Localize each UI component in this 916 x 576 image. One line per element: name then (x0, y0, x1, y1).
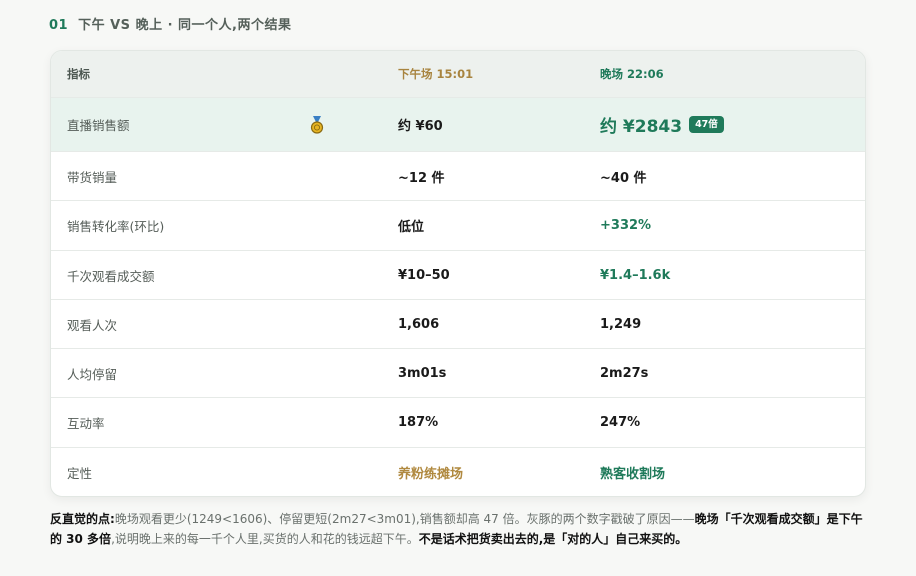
section-title: 01 下午 VS 晚上 · 同一个人,两个结果 (49, 14, 292, 33)
table-row: 销售转化率(环比) 低位 +332% (51, 201, 865, 251)
table-row: 定性 养粉练摊场 熟客收割场 (51, 448, 865, 496)
section-number: 01 (49, 18, 69, 33)
afternoon-value: 3m01s (398, 365, 447, 381)
afternoon-value: ~12 件 (398, 170, 445, 186)
evening-value: 约 ¥2843 47倍 (600, 98, 724, 151)
header-afternoon: 下午场 15:01 (398, 67, 474, 81)
afternoon-value: 187% (398, 415, 439, 430)
table-row: 互动率 187% 247% (51, 398, 865, 448)
table-row: 千次观看成交额 ¥10–50 ¥1.4–1.6k (51, 251, 865, 300)
metric-label: 互动率 (67, 416, 105, 431)
insight-conclusion: 不是话术把货卖出去的,是「对的人」自己来买的。 (418, 532, 688, 546)
metric-label: 销售转化率(环比) (67, 219, 165, 234)
metric-label: 人均停留 (67, 366, 118, 382)
evening-value: 2m27s (600, 365, 649, 381)
metric-label: 定性 (67, 465, 93, 481)
header-evening: 晚场 22:06 (600, 67, 664, 81)
metric-label: 千次观看成交额 (67, 268, 155, 284)
table-row: 人均停留 3m01s 2m27s (51, 349, 865, 398)
afternoon-value: 约 ¥60 (398, 119, 443, 134)
afternoon-value: 低位 (398, 220, 425, 235)
evening-value: 熟客收割场 (600, 466, 666, 482)
insight-text: ,说明晚上来的每一千个人里,买货的人和花的钱远超下午。 (111, 532, 419, 546)
metric-label: 带货销量 (67, 169, 118, 185)
metric-label: 直播销售额 (67, 118, 130, 133)
evening-value: ~40 件 (600, 170, 647, 186)
evening-sales: 约 ¥2843 (600, 117, 683, 137)
afternoon-value: ¥10–50 (398, 267, 450, 283)
evening-value: ¥1.4–1.6k (600, 267, 671, 283)
metric-label: 观看人次 (67, 317, 118, 333)
table-row: 带货销量 ~12 件 ~40 件 (51, 152, 865, 201)
afternoon-value: 1,606 (398, 316, 440, 332)
header-metric: 指标 (67, 67, 90, 81)
evening-value: 247% (600, 415, 641, 430)
comparison-table: 指标 下午场 15:01 晚场 22:06 直播销售额 约 ¥60 约 ¥284… (50, 50, 866, 497)
medal-icon (310, 116, 324, 134)
insight-lead: 反直觉的点: (50, 512, 115, 526)
afternoon-value: 养粉练摊场 (398, 466, 464, 482)
table-header: 指标 下午场 15:01 晚场 22:06 (51, 51, 865, 98)
evening-value: 1,249 (600, 316, 642, 332)
insight-text: 晚场观看更少(1249<1606)、停留更短(2m27<3m01),销售额却高 … (114, 512, 695, 526)
multiplier-badge: 47倍 (689, 116, 724, 133)
section-heading: 下午 VS 晚上 · 同一个人,两个结果 (78, 18, 292, 33)
insight-note: 反直觉的点:晚场观看更少(1249<1606)、停留更短(2m27<3m01),… (50, 509, 866, 549)
table-row: 观看人次 1,606 1,249 (51, 300, 865, 349)
evening-value: +332% (600, 218, 652, 233)
table-row-sales: 直播销售额 约 ¥60 约 ¥2843 47倍 (51, 98, 865, 152)
